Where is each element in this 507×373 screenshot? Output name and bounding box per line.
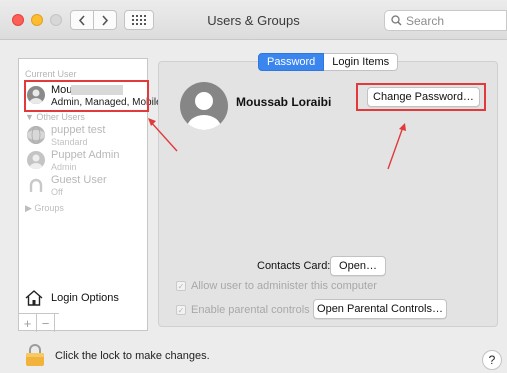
sidebar-item-guest-user[interactable]: Guest User Off bbox=[27, 174, 147, 198]
add-remove-controls: + − bbox=[19, 313, 59, 332]
allow-admin-label: Allow user to administer this computer bbox=[191, 280, 377, 292]
house-icon bbox=[25, 290, 43, 306]
lock-icon[interactable] bbox=[25, 343, 45, 367]
other-users-section-label: ▼ Other Users bbox=[25, 112, 85, 122]
disclosure-triangle-icon: ▶ bbox=[25, 203, 35, 213]
parental-controls-checkbox[interactable]: ✓ bbox=[176, 305, 186, 315]
guest-user-icon bbox=[29, 178, 43, 192]
add-user-button[interactable]: + bbox=[19, 314, 37, 332]
user-subtitle: Admin bbox=[51, 162, 77, 172]
search-placeholder: Search bbox=[406, 13, 445, 28]
annotation-highlight-current-user bbox=[24, 80, 149, 112]
tab-password[interactable]: Password bbox=[258, 53, 325, 71]
help-button[interactable]: ? bbox=[482, 350, 502, 370]
avatar bbox=[27, 151, 45, 169]
user-silhouette-icon bbox=[187, 92, 221, 130]
login-options-item[interactable]: Login Options bbox=[25, 290, 119, 306]
user-subtitle: Off bbox=[51, 187, 63, 197]
contacts-card-label: Contacts Card: bbox=[257, 260, 331, 272]
parental-controls-row: ✓ Enable parental controls bbox=[176, 304, 310, 316]
user-name: Puppet Admin bbox=[51, 149, 120, 161]
tab-bar: Password Login Items bbox=[258, 53, 399, 71]
globe-avatar-icon bbox=[27, 126, 45, 144]
user-silhouette-icon bbox=[29, 154, 43, 169]
search-field[interactable]: Search bbox=[384, 10, 507, 31]
disclosure-triangle-icon: ▼ bbox=[25, 112, 37, 122]
user-subtitle: Standard bbox=[51, 137, 88, 147]
user-full-name: Moussab Loraibi bbox=[236, 95, 332, 109]
open-parental-controls-button[interactable]: Open Parental Controls… bbox=[313, 299, 447, 319]
current-user-section-label: Current User bbox=[25, 69, 77, 79]
search-icon bbox=[391, 15, 402, 26]
allow-admin-checkbox[interactable]: ✓ bbox=[176, 281, 186, 291]
tab-login-items[interactable]: Login Items bbox=[324, 53, 399, 71]
parental-controls-label: Enable parental controls bbox=[191, 304, 310, 316]
title-bar: Users & Groups Search bbox=[0, 0, 507, 40]
sidebar-item-puppet-admin[interactable]: Puppet Admin Admin bbox=[27, 149, 147, 173]
user-name: Guest User bbox=[51, 174, 107, 186]
avatar bbox=[27, 126, 45, 144]
user-picture[interactable] bbox=[180, 82, 228, 130]
avatar bbox=[27, 176, 45, 194]
lock-message: Click the lock to make changes. bbox=[55, 350, 210, 362]
allow-admin-row: ✓ Allow user to administer this computer bbox=[176, 280, 377, 292]
login-options-label: Login Options bbox=[51, 292, 119, 304]
contacts-open-button[interactable]: Open… bbox=[330, 256, 386, 276]
user-name: puppet test bbox=[51, 124, 106, 136]
change-password-button[interactable]: Change Password… bbox=[367, 87, 480, 107]
sidebar-item-groups[interactable]: ▶ Groups bbox=[25, 203, 64, 214]
sidebar-item-puppet-test[interactable]: puppet test Standard bbox=[27, 124, 147, 148]
remove-user-button[interactable]: − bbox=[37, 314, 55, 332]
